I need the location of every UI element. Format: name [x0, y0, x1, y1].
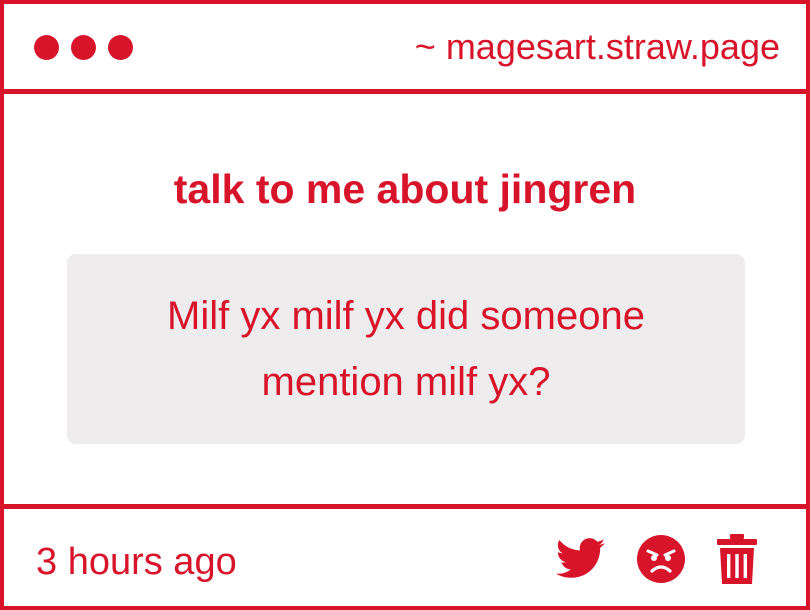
twitter-icon[interactable]: [556, 538, 606, 580]
window-titlebar: ~ magesart.straw.page: [4, 4, 806, 94]
post-footer: 3 hours ago: [4, 504, 806, 606]
window-controls: [34, 35, 133, 60]
trash-icon[interactable]: [716, 534, 758, 584]
post-timestamp: 3 hours ago: [36, 541, 237, 583]
post-actions: [556, 534, 758, 584]
window-dot-maximize[interactable]: [108, 35, 133, 60]
window-dot-minimize[interactable]: [71, 35, 96, 60]
window-dot-close[interactable]: [34, 35, 59, 60]
angry-face-icon[interactable]: [636, 534, 686, 584]
post-card: ~ magesart.straw.page talk to me about j…: [0, 0, 810, 610]
answer-text: Milf yx milf yx did someone mention milf…: [167, 294, 645, 404]
question-title: talk to me about jingren: [173, 166, 637, 212]
answer-box: Milf yx milf yx did someone mention milf…: [67, 254, 745, 444]
site-address[interactable]: ~ magesart.straw.page: [415, 26, 780, 68]
